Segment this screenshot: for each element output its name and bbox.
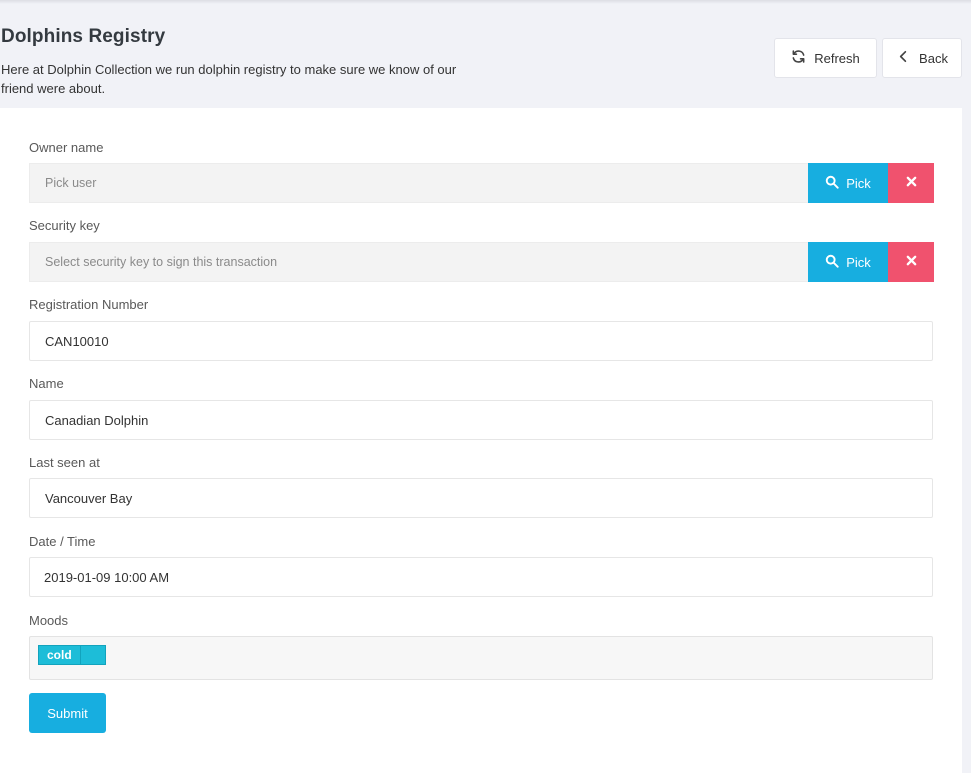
owner-pick-button[interactable]: Pick bbox=[808, 163, 888, 203]
name-input[interactable]: Canadian Dolphin bbox=[29, 400, 933, 440]
name-value: Canadian Dolphin bbox=[45, 412, 149, 428]
security-key-pick-label: Pick bbox=[846, 254, 871, 270]
refresh-button[interactable]: Refresh bbox=[774, 38, 877, 78]
moods-tag-input[interactable]: cold bbox=[29, 636, 933, 680]
close-icon bbox=[906, 174, 917, 192]
page-title: Dolphins Registry bbox=[1, 26, 166, 47]
mood-tag-label: cold bbox=[39, 646, 81, 664]
close-icon bbox=[906, 253, 917, 271]
owner-name-label: Owner name bbox=[29, 140, 104, 155]
mood-tag-remove-button[interactable] bbox=[81, 646, 105, 664]
page-header: Dolphins Registry Here at Dolphin Collec… bbox=[0, 0, 971, 108]
page-description: Here at Dolphin Collection we run dolphi… bbox=[1, 62, 457, 96]
datetime-input[interactable]: 2019-01-09 10:00 AM bbox=[29, 557, 933, 597]
back-label: Back bbox=[919, 50, 948, 66]
submit-button[interactable]: Submit bbox=[29, 693, 106, 733]
owner-name-field[interactable]: Pick user bbox=[29, 163, 809, 203]
search-icon bbox=[825, 254, 839, 271]
search-icon bbox=[825, 175, 839, 192]
owner-clear-button[interactable] bbox=[888, 163, 934, 203]
last-seen-label: Last seen at bbox=[29, 455, 100, 470]
registration-number-value: CAN10010 bbox=[45, 333, 109, 349]
datetime-value: 2019-01-09 10:00 AM bbox=[44, 569, 170, 585]
refresh-label: Refresh bbox=[814, 50, 860, 66]
security-key-label: Security key bbox=[29, 218, 100, 233]
chevron-left-icon bbox=[896, 49, 911, 67]
registration-number-input[interactable]: CAN10010 bbox=[29, 321, 933, 361]
registry-form: Owner name Pick user Pick Security key S… bbox=[0, 108, 962, 773]
last-seen-value: Vancouver Bay bbox=[45, 490, 133, 506]
moods-label: Moods bbox=[29, 613, 69, 628]
name-label: Name bbox=[29, 376, 64, 391]
owner-pick-label: Pick bbox=[846, 175, 871, 191]
security-key-clear-button[interactable] bbox=[888, 242, 934, 282]
security-key-placeholder: Select security key to sign this transac… bbox=[45, 255, 278, 269]
back-button[interactable]: Back bbox=[882, 38, 962, 78]
mood-tag[interactable]: cold bbox=[38, 645, 106, 665]
datetime-label: Date / Time bbox=[29, 534, 96, 549]
refresh-icon bbox=[791, 49, 806, 67]
security-key-field[interactable]: Select security key to sign this transac… bbox=[29, 242, 809, 282]
last-seen-input[interactable]: Vancouver Bay bbox=[29, 478, 933, 518]
registration-number-label: Registration Number bbox=[29, 297, 149, 312]
owner-name-placeholder: Pick user bbox=[45, 176, 97, 190]
security-key-pick-button[interactable]: Pick bbox=[808, 242, 888, 282]
